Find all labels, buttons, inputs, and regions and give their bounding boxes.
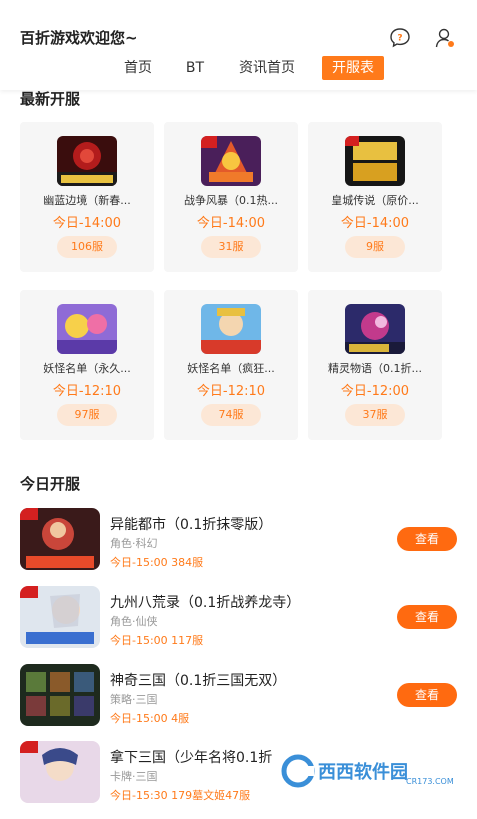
open-time: 今日-12:10 (196, 384, 266, 399)
game-name: 妖怪名单（疯狂... (187, 362, 275, 375)
server-count-badge: 37服 (345, 404, 405, 426)
open-info: 今日-15:00 384服 (110, 556, 204, 569)
server-card[interactable]: 妖怪名单（永久... 今日-12:10 97服 (20, 290, 154, 440)
server-card[interactable]: 皇城传说（原价... 今日-14:00 9服 (308, 122, 442, 272)
open-info: 今日-15:30 179墓文姬47服 (110, 789, 251, 802)
server-card[interactable]: 精灵物语（0.1折... 今日-12:00 37服 (308, 290, 442, 440)
tab-bt[interactable]: BT (180, 56, 210, 80)
server-card[interactable]: 战争风暴（0.1热... 今日-14:00 31服 (164, 122, 298, 272)
game-thumbnail (201, 136, 261, 186)
server-card[interactable]: 妖怪名单（疯狂... 今日-12:10 74服 (164, 290, 298, 440)
tab-news[interactable]: 资讯首页 (233, 56, 301, 80)
open-info: 今日-15:00 117服 (110, 634, 204, 647)
open-time: 今日-14:00 (196, 216, 266, 231)
watermark-logo: 西西软件园 CR173.COM (278, 752, 462, 790)
game-thumbnail (345, 304, 405, 354)
game-genre: 策略·三国 (110, 693, 158, 706)
game-name: 九州八荒录（0.1折战养龙寺） (110, 595, 301, 611)
game-thumbnail (20, 741, 100, 803)
game-name: 皇城传说（原价... (331, 194, 419, 207)
game-genre: 角色·科幻 (110, 537, 158, 550)
watermark-brand: 西西软件园 (318, 761, 408, 783)
server-card[interactable]: 幽蓝边境（新春... 今日-14:00 106服 (20, 122, 154, 272)
game-thumbnail (20, 586, 100, 648)
game-name: 拿下三国（少年名将0.1折 (110, 750, 273, 766)
open-time: 今日-14:00 (340, 216, 410, 231)
watermark-url: CR173.COM (406, 777, 454, 786)
list-item[interactable]: 异能都市（0.1折抹零版） 角色·科幻 今日-15:00 384服 查看 (0, 508, 477, 586)
game-name: 妖怪名单（永久... (43, 362, 131, 375)
game-thumbnail (57, 304, 117, 354)
server-count-badge: 74服 (201, 404, 261, 426)
list-item[interactable]: 神奇三国（0.1折三国无双） 策略·三国 今日-15:00 4服 查看 (0, 664, 477, 742)
open-time: 今日-12:10 (52, 384, 122, 399)
game-name: 异能都市（0.1折抹零版） (110, 517, 273, 533)
game-thumbnail (345, 136, 405, 186)
svg-text:?: ? (397, 34, 402, 44)
game-thumbnail (201, 304, 261, 354)
view-button[interactable]: 查看 (397, 683, 457, 707)
server-count-badge: 9服 (345, 236, 405, 258)
game-name: 幽蓝边境（新春... (43, 194, 131, 207)
section-title-today: 今日开服 (20, 475, 81, 493)
section-title-newest: 最新开服 (20, 90, 81, 108)
user-settings-icon[interactable] (434, 27, 456, 49)
app-header: 百折游戏欢迎您~ ? 首页 BT 资讯首页 开服表 (0, 0, 477, 90)
page-title: 百折游戏欢迎您~ (20, 29, 138, 47)
view-button[interactable]: 查看 (397, 605, 457, 629)
view-button[interactable]: 查看 (397, 527, 457, 551)
server-count-badge: 31服 (201, 236, 261, 258)
open-info: 今日-15:00 4服 (110, 712, 190, 725)
game-genre: 卡牌·三国 (110, 770, 158, 783)
game-thumbnail (57, 136, 117, 186)
game-thumbnail (20, 664, 100, 726)
game-thumbnail (20, 508, 100, 570)
server-count-badge: 106服 (57, 236, 117, 258)
list-item[interactable]: 九州八荒录（0.1折战养龙寺） 角色·仙侠 今日-15:00 117服 查看 (0, 586, 477, 664)
game-name: 精灵物语（0.1折... (328, 362, 422, 375)
top-tab-bar: 首页 BT 资讯首页 开服表 (0, 56, 477, 82)
message-question-icon[interactable]: ? (389, 27, 411, 49)
game-name: 战争风暴（0.1热... (184, 194, 278, 207)
open-time: 今日-12:00 (340, 384, 410, 399)
game-genre: 角色·仙侠 (110, 615, 158, 628)
server-count-badge: 97服 (57, 404, 117, 426)
open-time: 今日-14:00 (52, 216, 122, 231)
tab-home[interactable]: 首页 (120, 56, 156, 80)
tab-server-list[interactable]: 开服表 (322, 56, 384, 80)
game-name: 神奇三国（0.1折三国无双） (110, 673, 287, 689)
